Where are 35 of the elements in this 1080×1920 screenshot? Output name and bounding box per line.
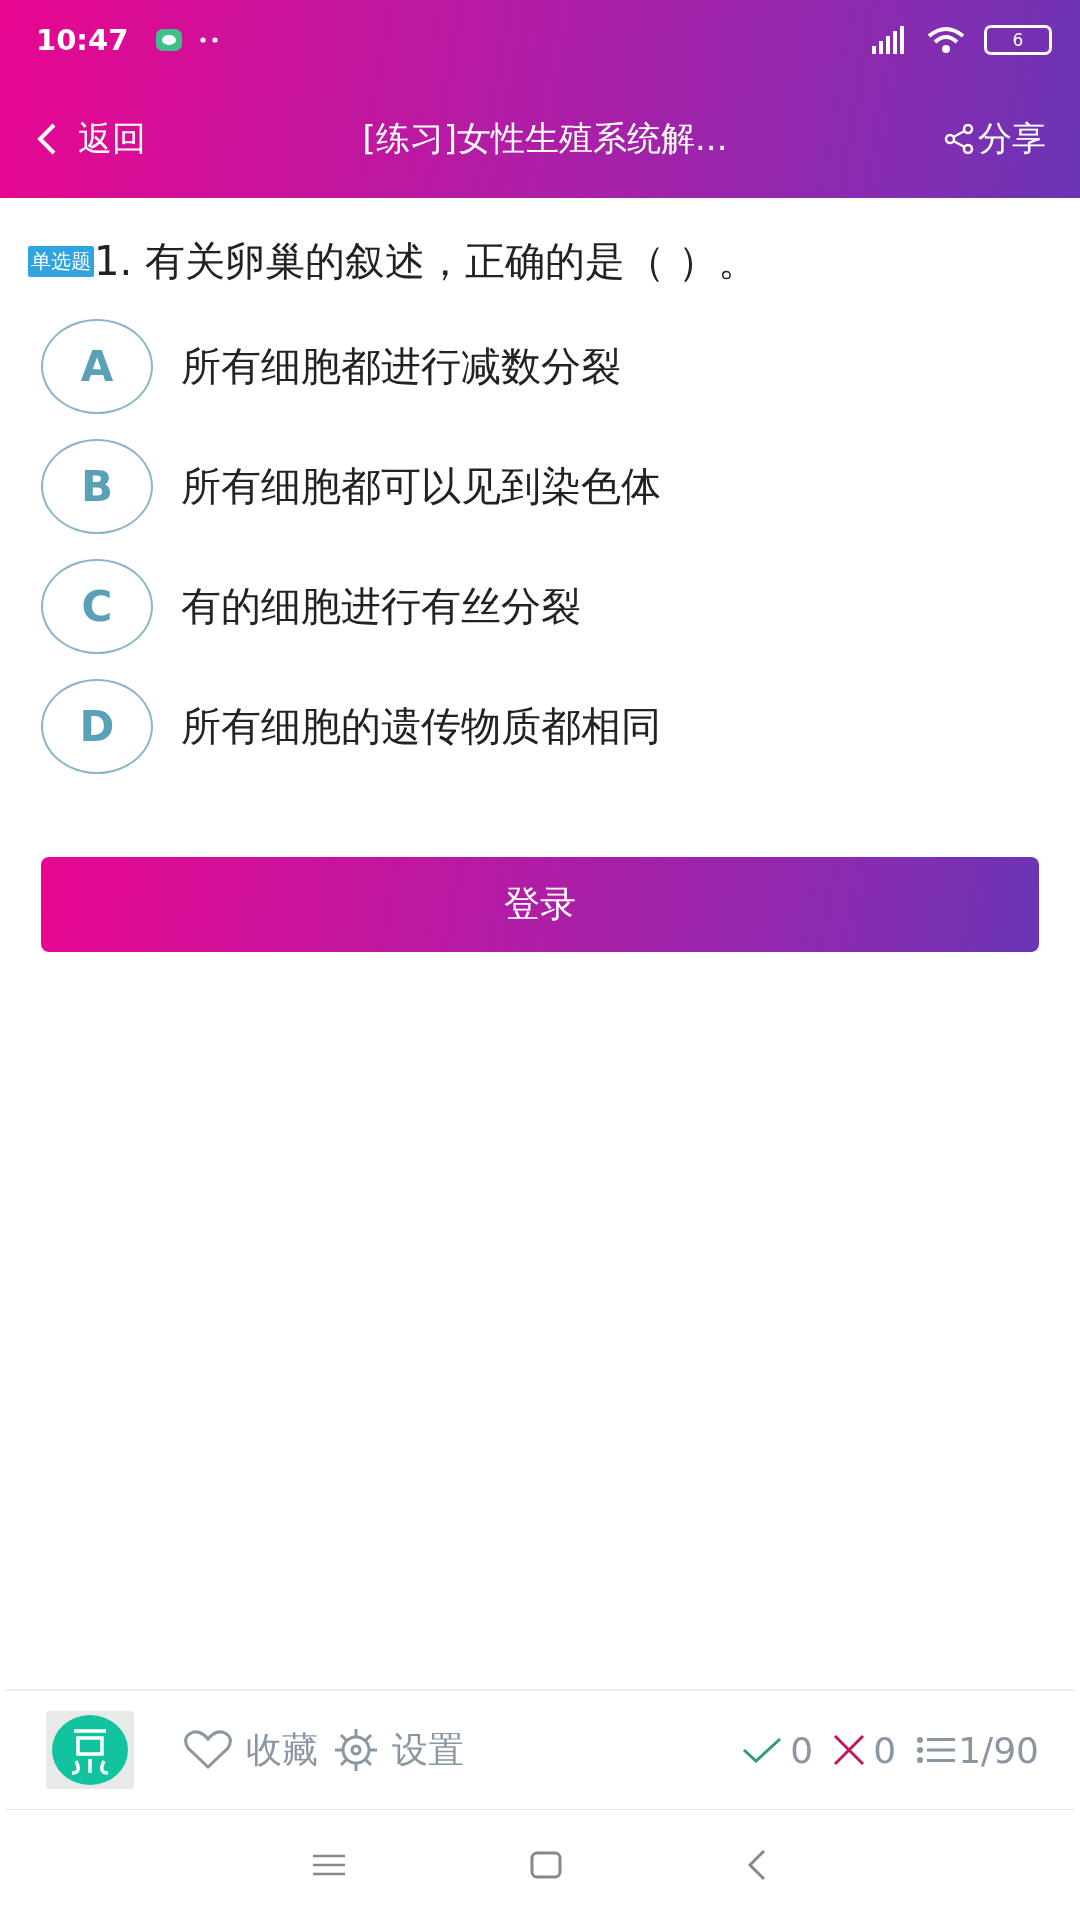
menu-icon[interactable] [313,1853,345,1877]
page-title: [练习]女性生殖系统解... [361,117,729,160]
app-logo-icon [46,1711,134,1789]
option-letter-button[interactable]: B [41,439,153,534]
option-text[interactable]: 有的细胞进行有丝分裂 [181,579,581,634]
correct-count: 0 [790,1729,814,1771]
share-icon [944,124,974,154]
option-letter-button[interactable]: A [41,319,153,414]
back-button[interactable]: 返回 [36,116,146,162]
home-icon[interactable] [530,1851,562,1879]
more-dots-icon [200,37,221,43]
back-icon[interactable] [747,1849,767,1881]
back-icon [36,122,58,156]
question-list-button[interactable]: 1/90 [916,1729,1039,1771]
heart-icon [182,1730,234,1770]
status-time: 10:47 [36,23,129,57]
option-letter-button[interactable]: C [41,559,153,654]
option-text[interactable]: 所有细胞都可以见到染色体 [181,459,661,514]
battery-icon: 6 [984,25,1052,55]
settings-button[interactable]: 设置 [332,1725,464,1775]
share-button[interactable]: 分享 [944,116,1046,162]
wrong-count: 0 [873,1729,897,1771]
cross-icon [833,1734,866,1766]
option-text[interactable]: 所有细胞的遗传物质都相同 [181,699,661,754]
question-text: 1. 有关卵巢的叙述，正确的是（ ）。 [94,237,758,286]
option-letter-button[interactable]: D [41,679,153,774]
wifi-icon [926,25,966,55]
option-text[interactable]: 所有细胞都进行减数分裂 [181,339,621,394]
login-button[interactable]: 登录 [41,857,1039,952]
favorite-button[interactable]: 收藏 [182,1725,318,1775]
question-type-badge: 单选题 [28,246,94,277]
gear-icon [332,1726,380,1774]
message-icon [156,29,183,51]
check-icon [742,1736,783,1764]
list-icon [916,1736,957,1764]
